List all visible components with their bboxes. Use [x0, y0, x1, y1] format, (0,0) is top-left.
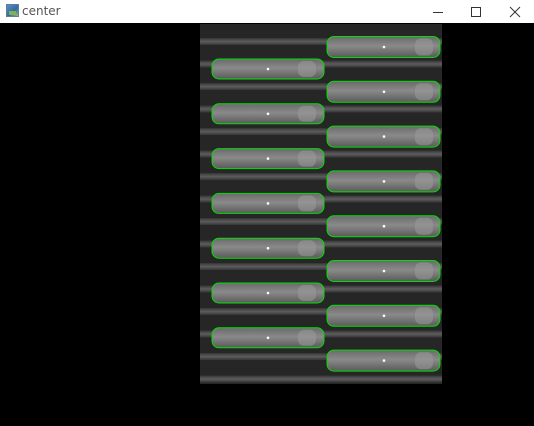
center-marker: [266, 67, 270, 71]
object-highlight: [298, 329, 316, 346]
app-image-icon: [6, 4, 19, 17]
object-highlight: [415, 38, 433, 56]
contour-overlay: [200, 24, 442, 384]
center-marker: [266, 336, 270, 340]
object-highlight: [415, 217, 433, 235]
minimize-icon: [433, 11, 443, 13]
opencv-window: center: [0, 0, 534, 426]
object-highlight: [298, 61, 316, 77]
image-viewport[interactable]: [0, 23, 534, 426]
title-bar[interactable]: center: [0, 0, 534, 23]
object-highlight: [298, 240, 316, 257]
rail-strip: [200, 375, 442, 383]
object-highlight: [298, 285, 316, 301]
close-icon: [509, 6, 521, 17]
maximize-button[interactable]: [457, 0, 495, 23]
object-highlight: [298, 195, 316, 212]
processed-image: [200, 24, 442, 384]
center-marker: [266, 291, 270, 295]
center-marker: [266, 112, 270, 116]
object-highlight: [415, 83, 433, 101]
close-button[interactable]: [496, 0, 534, 23]
window-title: center: [22, 4, 61, 18]
object-highlight: [298, 105, 316, 122]
object-highlight: [415, 307, 433, 325]
center-marker: [382, 359, 386, 362]
center-marker: [382, 135, 386, 138]
maximize-icon: [471, 6, 481, 17]
object-highlight: [415, 262, 433, 280]
object-highlight: [415, 352, 433, 370]
center-marker: [382, 224, 386, 228]
object-highlight: [415, 128, 433, 146]
object-highlight: [415, 172, 433, 190]
center-marker: [382, 314, 386, 318]
center-marker: [266, 246, 270, 250]
center-marker: [382, 45, 386, 49]
center-marker: [382, 180, 386, 183]
center-marker: [382, 269, 386, 273]
minimize-button[interactable]: [419, 0, 457, 23]
center-marker: [266, 157, 270, 160]
center-marker: [266, 202, 270, 205]
object-highlight: [298, 150, 316, 167]
center-marker: [382, 90, 386, 94]
